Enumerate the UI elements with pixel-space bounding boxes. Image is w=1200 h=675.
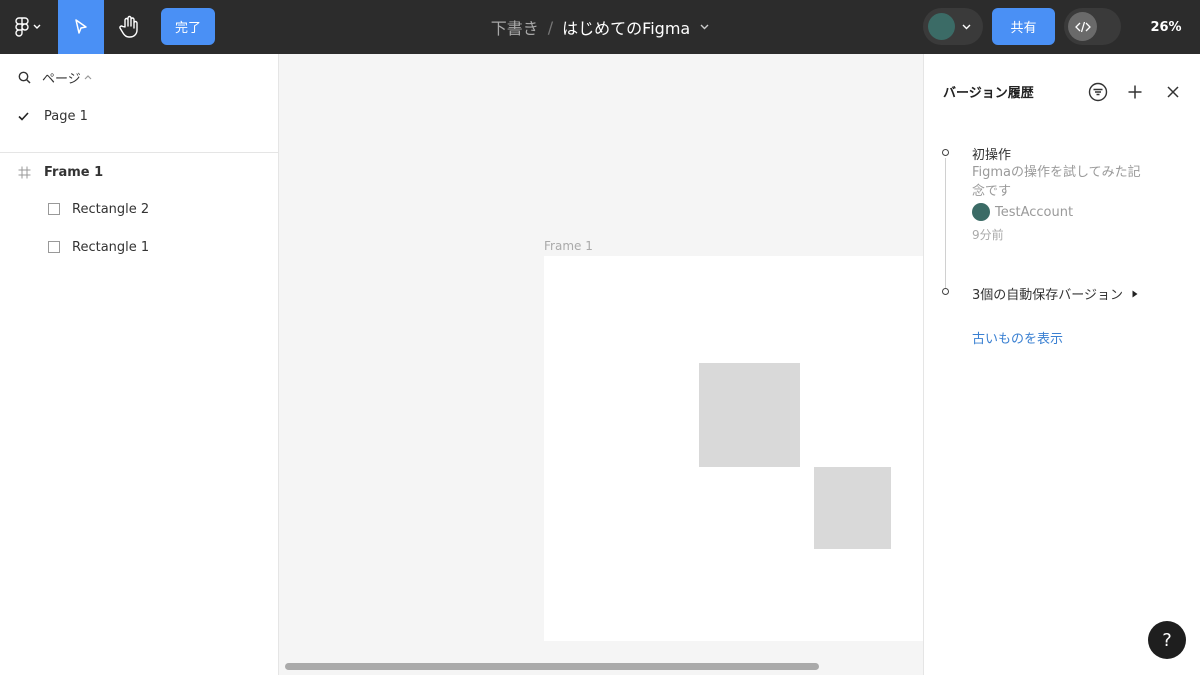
version-time: 9分前 bbox=[972, 228, 1004, 242]
chevron-down-icon bbox=[33, 24, 41, 29]
chevron-up-icon bbox=[84, 75, 92, 80]
figma-logo-icon bbox=[15, 17, 29, 37]
expand-triangle-icon bbox=[1132, 290, 1138, 298]
layer-label: Frame 1 bbox=[44, 164, 104, 180]
file-menu-chevron[interactable] bbox=[700, 24, 709, 30]
breadcrumb-folder[interactable]: 下書き bbox=[491, 15, 539, 39]
show-older-link[interactable]: 古いものを表示 bbox=[972, 328, 1063, 347]
filter-button[interactable] bbox=[1087, 81, 1109, 103]
frame-label[interactable]: Frame 1 bbox=[544, 239, 593, 253]
version-history-panel: バージョン履歴 初操作 Figmaの操作を試してみた記念です TestAccou… bbox=[923, 54, 1200, 675]
add-version-button[interactable] bbox=[1124, 81, 1146, 103]
page-label: Page 1 bbox=[44, 108, 88, 124]
dev-mode-toggle[interactable] bbox=[1064, 8, 1121, 45]
main-menu-button[interactable] bbox=[0, 0, 56, 54]
move-cursor-icon bbox=[75, 19, 87, 34]
timeline-dot bbox=[942, 149, 949, 156]
search-icon[interactable] bbox=[18, 71, 31, 84]
toolbar: 完了 下書き / はじめてのFigma 共有 26% bbox=[0, 0, 1200, 54]
divider bbox=[0, 152, 279, 153]
avatar bbox=[972, 203, 990, 221]
rectangle-icon bbox=[48, 203, 60, 215]
rectangle-1[interactable] bbox=[814, 467, 891, 549]
avatar bbox=[928, 13, 955, 40]
chevron-down-icon bbox=[962, 24, 971, 29]
page-item-page-1[interactable]: Page 1 bbox=[0, 102, 279, 130]
filter-icon bbox=[1088, 82, 1108, 102]
rectangle-2[interactable] bbox=[699, 363, 800, 467]
share-button[interactable]: 共有 bbox=[992, 8, 1055, 45]
version-author: TestAccount bbox=[972, 203, 1073, 221]
chevron-down-icon bbox=[700, 24, 709, 30]
frame-1[interactable] bbox=[544, 256, 923, 641]
zoom-level[interactable]: 26% bbox=[1132, 0, 1200, 54]
panel-title: バージョン履歴 bbox=[943, 86, 1034, 101]
hand-icon bbox=[119, 15, 138, 38]
checkmark-icon bbox=[18, 111, 29, 121]
close-panel-button[interactable] bbox=[1162, 81, 1184, 103]
move-tool-button[interactable] bbox=[58, 0, 104, 54]
user-menu-button[interactable] bbox=[923, 8, 983, 45]
autosave-label: 3個の自動保存バージョン bbox=[972, 288, 1124, 303]
layer-label: Rectangle 1 bbox=[72, 239, 150, 255]
hand-tool-button[interactable] bbox=[106, 0, 152, 54]
author-name: TestAccount bbox=[995, 204, 1074, 220]
close-icon bbox=[1167, 86, 1179, 98]
done-button[interactable]: 完了 bbox=[161, 8, 215, 45]
layer-rectangle-1[interactable]: Rectangle 1 bbox=[0, 232, 279, 262]
help-button[interactable]: ? bbox=[1148, 621, 1186, 659]
frame-icon bbox=[18, 166, 31, 178]
dev-mode-knob bbox=[1068, 12, 1097, 41]
version-title[interactable]: 初操作 bbox=[972, 144, 1011, 163]
collapse-pages-chevron[interactable] bbox=[84, 74, 92, 80]
breadcrumb-separator: / bbox=[547, 17, 554, 37]
file-name[interactable]: はじめてのFigma bbox=[562, 15, 690, 39]
layer-label: Rectangle 2 bbox=[72, 201, 150, 217]
timeline-dot bbox=[942, 288, 949, 295]
layer-frame-1[interactable]: Frame 1 bbox=[0, 157, 279, 187]
horizontal-scrollbar[interactable] bbox=[285, 663, 819, 670]
layers-panel: ページ Page 1 Frame 1 Rectangle 2 Rectangle… bbox=[0, 54, 279, 675]
timeline-line bbox=[945, 158, 946, 288]
version-description: Figmaの操作を試してみた記念です bbox=[972, 165, 1141, 199]
plus-icon bbox=[1128, 85, 1142, 99]
code-icon bbox=[1074, 21, 1091, 32]
rectangle-icon bbox=[48, 241, 60, 253]
pages-header[interactable]: ページ bbox=[0, 64, 279, 90]
pages-label: ページ bbox=[42, 71, 81, 87]
layer-rectangle-2[interactable]: Rectangle 2 bbox=[0, 194, 279, 224]
canvas[interactable]: Frame 1 bbox=[279, 54, 923, 675]
autosave-versions-toggle[interactable]: 3個の自動保存バージョン bbox=[972, 284, 1138, 303]
